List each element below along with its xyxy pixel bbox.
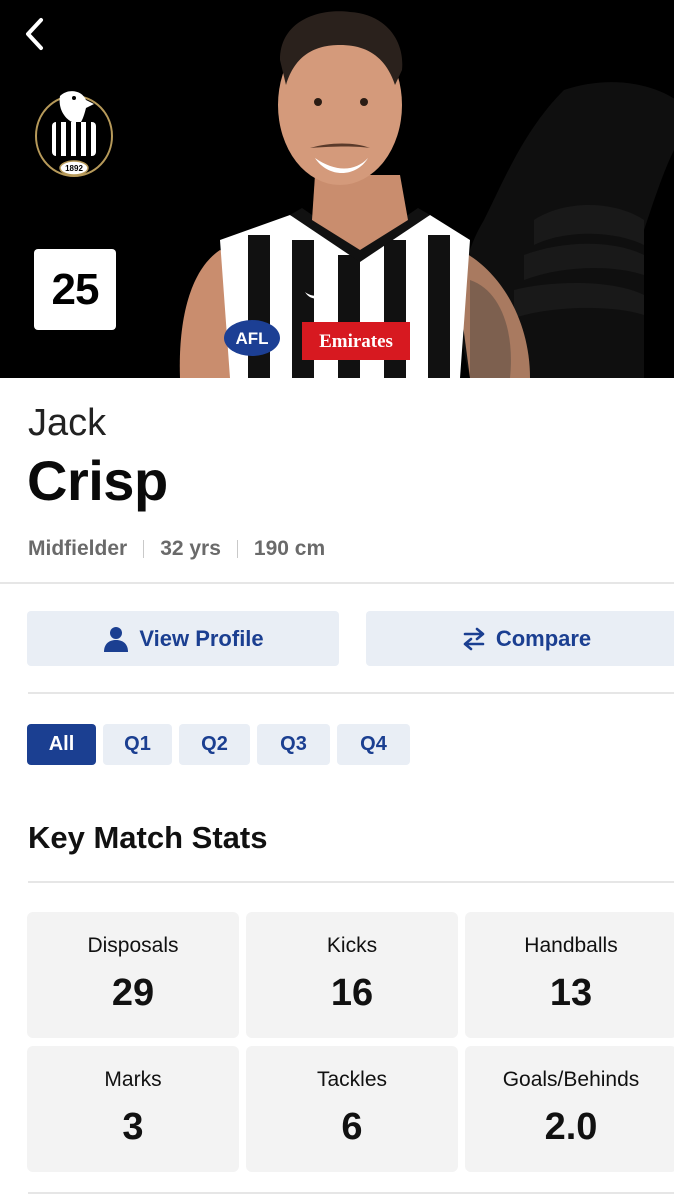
player-hero: 1892 25 AFL Emirates: [0, 0, 674, 378]
tab-all[interactable]: All: [27, 724, 96, 765]
stat-card-tackles: Tackles 6: [246, 1046, 458, 1172]
stat-card-handballs: Handballs 13: [465, 912, 674, 1038]
player-photo: AFL Emirates: [179, 11, 530, 378]
stat-value: 16: [330, 972, 374, 1014]
stat-value: 13: [549, 972, 593, 1014]
tab-q4[interactable]: Q4: [337, 724, 410, 765]
stat-label: Tackles: [316, 1068, 388, 1091]
view-profile-label: View Profile: [139, 625, 264, 651]
stat-value: 6: [341, 1106, 363, 1148]
swap-arrows-icon: [463, 627, 485, 650]
stat-card-kicks: Kicks 16: [246, 912, 458, 1038]
stat-label: Handballs: [524, 934, 618, 957]
back-chevron-icon[interactable]: [16, 14, 56, 54]
jersey-afl-text: AFL: [235, 329, 268, 348]
divider: [28, 692, 674, 694]
stat-label: Goals/Behinds: [502, 1068, 640, 1091]
club-logo: 1892: [35, 91, 113, 177]
view-profile-button[interactable]: View Profile: [27, 611, 339, 666]
player-first-name: Jack: [28, 402, 107, 444]
stat-card-disposals: Disposals 29: [27, 912, 239, 1038]
player-height: 190 cm: [253, 537, 326, 560]
divider: [28, 881, 674, 883]
player-position: Midfielder: [28, 537, 128, 560]
player-last-name: Crisp: [27, 449, 168, 512]
stat-value: 29: [111, 972, 155, 1014]
person-icon: [104, 626, 129, 652]
stat-value: 3: [122, 1106, 144, 1148]
player-meta: Midfielder 32 yrs 190 cm: [28, 537, 325, 561]
tab-q3[interactable]: Q3: [257, 724, 330, 765]
logo-year: 1892: [65, 164, 83, 173]
tab-q2[interactable]: Q2: [179, 724, 250, 765]
divider: [0, 582, 674, 584]
meta-separator: [236, 540, 238, 558]
tab-q1[interactable]: Q1: [103, 724, 172, 765]
jersey-number-badge: 25: [34, 249, 116, 330]
divider: [28, 1192, 674, 1194]
player-age: 32 yrs: [160, 537, 221, 560]
stat-card-marks: Marks 3: [27, 1046, 239, 1172]
stat-card-goals-behinds: Goals/Behinds 2.0: [465, 1046, 674, 1172]
compare-button[interactable]: Compare: [366, 611, 674, 666]
stat-label: Disposals: [87, 934, 179, 957]
meta-separator: [143, 540, 145, 558]
stat-label: Marks: [104, 1068, 162, 1091]
section-title: Key Match Stats: [28, 820, 268, 855]
stat-label: Kicks: [326, 934, 378, 957]
stat-value: 2.0: [544, 1106, 598, 1148]
jersey-sponsor-text: Emirates: [319, 331, 393, 352]
compare-label: Compare: [495, 625, 592, 651]
